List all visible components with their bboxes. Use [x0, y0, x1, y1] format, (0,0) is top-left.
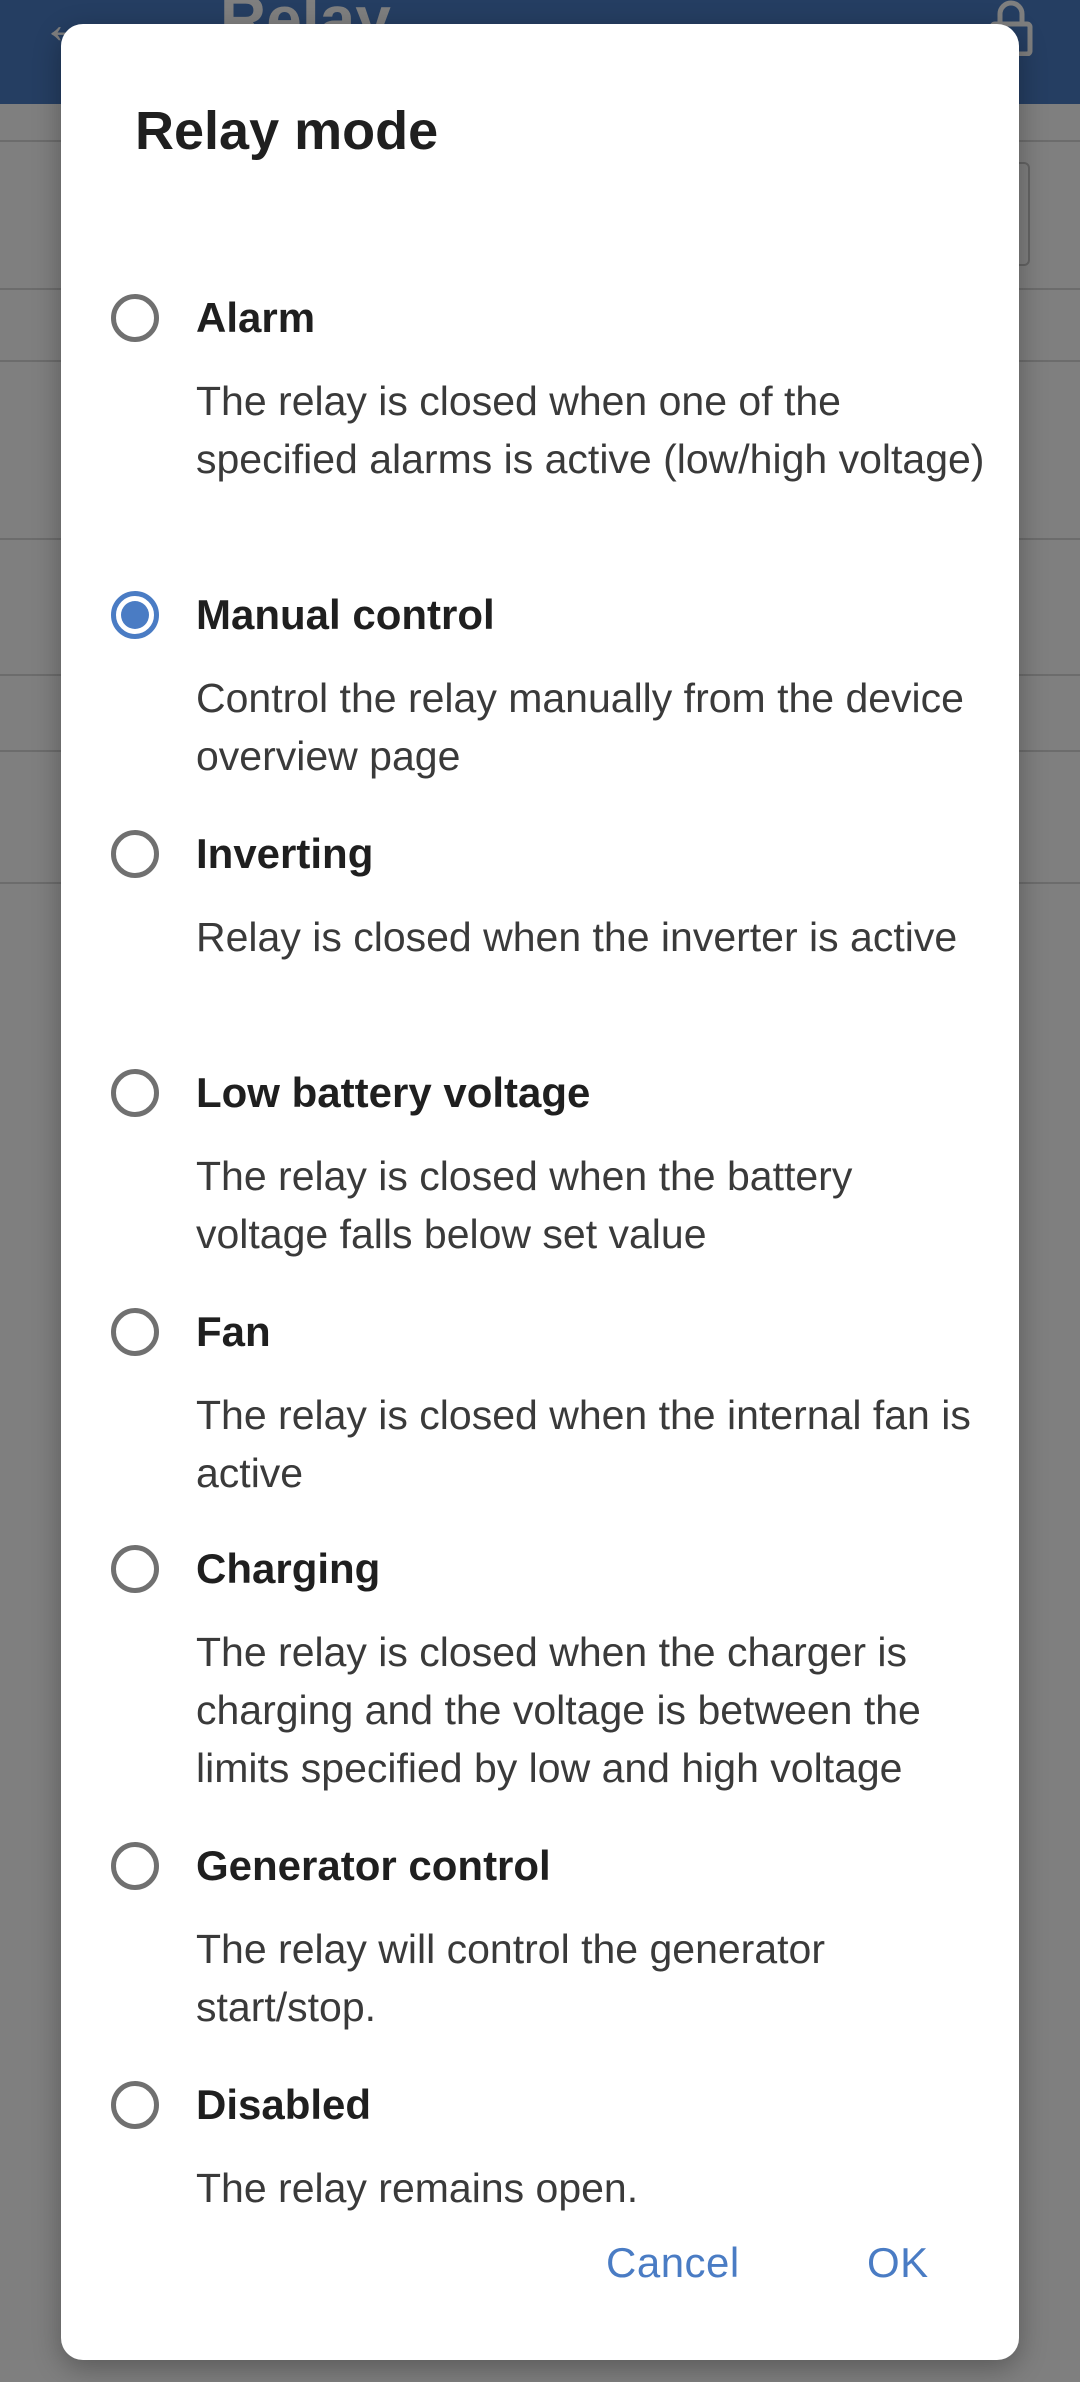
radio-button[interactable] — [111, 1069, 159, 1117]
option-label: Manual control — [196, 591, 495, 638]
ok-button[interactable]: OK — [867, 2239, 929, 2287]
option-label: Fan — [196, 1308, 271, 1355]
option-description: The relay is closed when one of the spec… — [196, 378, 985, 482]
option-label: Inverting — [196, 830, 374, 877]
radio-button[interactable] — [111, 2081, 159, 2129]
relay-mode-dialog: Relay mode Alarm The relay is closed whe… — [61, 24, 1019, 2360]
option-description: Relay is closed when the inverter is act… — [196, 914, 958, 960]
option-description: The relay is closed when the charger is … — [196, 1629, 921, 1791]
radio-button-selected[interactable] — [111, 591, 159, 639]
radio-button[interactable] — [111, 830, 159, 878]
option-description: The relay is closed when the internal fa… — [196, 1392, 971, 1496]
radio-button[interactable] — [111, 1308, 159, 1356]
option-label: Alarm — [196, 294, 316, 341]
cancel-button[interactable]: Cancel — [606, 2239, 740, 2287]
option-description: Control the relay manually from the devi… — [196, 675, 964, 779]
radio-button[interactable] — [111, 1842, 159, 1890]
option-description: The relay will control the generator sta… — [196, 1926, 825, 2030]
radio-button[interactable] — [111, 294, 159, 342]
option-description: The relay is closed when the battery vol… — [196, 1153, 853, 1257]
option-description: The relay remains open. — [196, 2165, 639, 2211]
dialog-title: Relay mode — [135, 101, 439, 161]
option-label: Disabled — [196, 2081, 372, 2128]
option-label: Generator control — [196, 1842, 551, 1889]
option-label: Low battery voltage — [196, 1069, 591, 1116]
option-label: Charging — [196, 1545, 381, 1592]
radio-button[interactable] — [111, 1545, 159, 1593]
